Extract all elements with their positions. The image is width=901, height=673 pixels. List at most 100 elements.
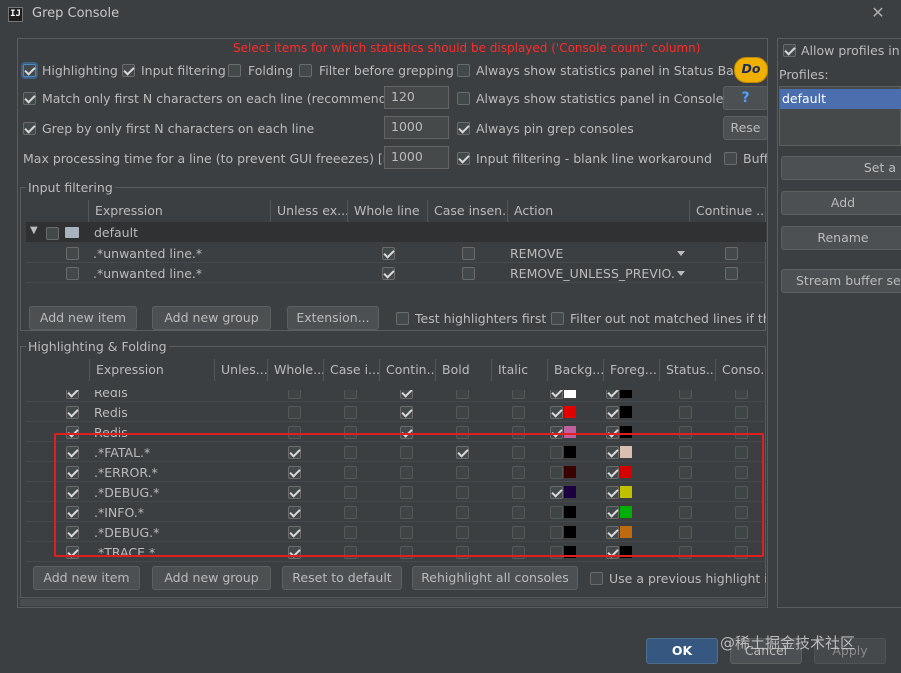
hl-col-unless[interactable]: Unles... bbox=[215, 359, 268, 381]
title-bar bbox=[0, 0, 901, 28]
filter-row-whole-line-checkbox[interactable] bbox=[382, 267, 395, 280]
always-pin-checkbox[interactable] bbox=[457, 122, 470, 135]
match-first-n-input[interactable]: 120 bbox=[384, 86, 449, 109]
filter-out-checkbox[interactable] bbox=[551, 312, 564, 325]
always-stats-status-bar-label: Always show statistics panel in Status B… bbox=[476, 63, 739, 78]
ok-button[interactable]: OK bbox=[646, 638, 718, 664]
highlight-row-bold-checkbox[interactable] bbox=[456, 406, 469, 419]
hl-col-foreground[interactable]: Foreg... bbox=[604, 359, 660, 381]
highlighting-checkbox[interactable] bbox=[23, 64, 36, 77]
hl-col-italic[interactable]: Italic bbox=[492, 359, 548, 381]
highlight-row-expression[interactable]: Redis bbox=[94, 405, 212, 420]
profile-item-default[interactable]: default bbox=[780, 89, 901, 109]
highlight-row-whole-checkbox[interactable] bbox=[288, 406, 301, 419]
hl-add-new-group-button[interactable]: Add new group bbox=[152, 566, 271, 590]
statistics-warning: Select items for which statistics should… bbox=[233, 41, 701, 55]
col-spacer bbox=[26, 200, 89, 222]
col-whole-line[interactable]: Whole line bbox=[348, 200, 428, 222]
close-icon[interactable]: ✕ bbox=[868, 3, 888, 23]
col-expression[interactable]: Expression bbox=[89, 200, 271, 222]
set-active-button[interactable]: Set a bbox=[781, 156, 901, 180]
hl-add-new-item-button[interactable]: Add new item bbox=[33, 566, 140, 590]
rename-profile-button[interactable]: Rename bbox=[781, 226, 901, 250]
filter-row-enabled-checkbox[interactable] bbox=[66, 247, 79, 260]
extension-button[interactable]: Extension... bbox=[287, 306, 379, 330]
stream-buffer-settings-button[interactable]: Stream buffer sett bbox=[781, 269, 901, 293]
hl-col-case[interactable]: Case i... bbox=[324, 359, 380, 381]
rehighlight-all-button[interactable]: Rehighlight all consoles bbox=[412, 566, 578, 590]
always-stats-console-label: Always show statistics panel in Console bbox=[476, 91, 724, 106]
col-unless[interactable]: Unless ex... bbox=[271, 200, 348, 222]
highlight-row-status-checkbox[interactable] bbox=[679, 406, 692, 419]
donate-button[interactable]: Do bbox=[734, 57, 768, 83]
chevron-down-icon[interactable] bbox=[677, 271, 685, 276]
reset-to-default-button[interactable]: Reset to default bbox=[282, 566, 402, 590]
filter-row-expression[interactable]: .*unwanted line.* bbox=[93, 266, 269, 281]
filter-row-case-checkbox[interactable] bbox=[462, 267, 475, 280]
highlight-row-background-checkbox[interactable] bbox=[550, 406, 563, 419]
hl-col-console[interactable]: Conso... bbox=[716, 359, 766, 381]
col-continue[interactable]: Continue ... bbox=[690, 200, 766, 222]
help-button[interactable]: ? bbox=[723, 86, 768, 110]
foreground-color-swatch[interactable] bbox=[620, 406, 632, 418]
if-add-new-group-button[interactable]: Add new group bbox=[152, 306, 271, 330]
buffer-label: Buff bbox=[743, 151, 767, 166]
filter-row-case-checkbox[interactable] bbox=[462, 247, 475, 260]
filter-row-expression[interactable]: .*unwanted line.* bbox=[93, 246, 269, 261]
grep-first-n-checkbox[interactable] bbox=[23, 122, 36, 135]
hl-col-continue[interactable]: Contin... bbox=[380, 359, 436, 381]
always-pin-label: Always pin grep consoles bbox=[476, 121, 634, 136]
hl-col-status[interactable]: Status... bbox=[660, 359, 716, 381]
col-action[interactable]: Action bbox=[508, 200, 690, 222]
folding-checkbox[interactable] bbox=[228, 64, 241, 77]
highlight-row-foreground-checkbox[interactable] bbox=[606, 406, 619, 419]
input-filtering-checkbox[interactable] bbox=[122, 64, 135, 77]
filter-out-label: Filter out not matched lines if the bbox=[570, 311, 766, 326]
match-first-n-label: Match only first N characters on each li… bbox=[42, 91, 408, 106]
filter-row-action-select[interactable]: REMOVE_UNLESS_PREVIO... bbox=[510, 266, 676, 281]
app-icon: IJ bbox=[8, 7, 23, 22]
highlight-row-italic-checkbox[interactable] bbox=[512, 406, 525, 419]
background-color-swatch[interactable] bbox=[564, 406, 576, 418]
input-filtering-title: Input filtering bbox=[26, 180, 115, 195]
if-add-new-item-button[interactable]: Add new item bbox=[29, 306, 137, 330]
highlight-row-enabled-checkbox[interactable] bbox=[66, 406, 79, 419]
filter-row-action-select[interactable]: REMOVE bbox=[510, 246, 676, 261]
filter-before-grepping-checkbox[interactable] bbox=[299, 64, 312, 77]
hl-col-bold[interactable]: Bold bbox=[436, 359, 492, 381]
filter-row-enabled-checkbox[interactable] bbox=[66, 267, 79, 280]
highlight-row-case-checkbox[interactable] bbox=[344, 406, 357, 419]
hl-col-spacer bbox=[26, 359, 90, 381]
chevron-down-icon[interactable] bbox=[677, 251, 685, 256]
always-stats-console-checkbox[interactable] bbox=[457, 92, 470, 105]
hl-col-whole[interactable]: Whole... bbox=[268, 359, 324, 381]
highlight-annotation-box bbox=[54, 433, 764, 557]
group-name: default bbox=[94, 225, 138, 240]
filter-row-continue-checkbox[interactable] bbox=[725, 267, 738, 280]
use-previous-highlight-checkbox[interactable] bbox=[590, 572, 603, 585]
max-processing-input[interactable]: 1000 bbox=[384, 146, 449, 169]
blank-line-workaround-checkbox[interactable] bbox=[457, 152, 470, 165]
add-profile-button[interactable]: Add bbox=[781, 191, 901, 215]
match-first-n-checkbox[interactable] bbox=[23, 92, 36, 105]
expand-arrow-icon[interactable]: ▼ bbox=[30, 225, 38, 236]
highlight-row-continue-checkbox[interactable] bbox=[400, 406, 413, 419]
hl-col-expression[interactable]: Expression bbox=[90, 359, 215, 381]
horizontal-scrollbar[interactable] bbox=[20, 599, 766, 606]
allow-profiles-label: Allow profiles in P bbox=[801, 43, 901, 58]
filter-row-continue-checkbox[interactable] bbox=[725, 247, 738, 260]
window-title: Grep Console bbox=[32, 6, 120, 21]
filter-before-grepping-label: Filter before grepping bbox=[319, 63, 454, 78]
watermark-text: @稀土掘金技术社区 bbox=[720, 634, 856, 652]
always-stats-status-bar-checkbox[interactable] bbox=[457, 64, 470, 77]
filter-row-whole-line-checkbox[interactable] bbox=[382, 247, 395, 260]
grep-first-n-input[interactable]: 1000 bbox=[384, 116, 449, 139]
group-checkbox[interactable] bbox=[46, 227, 59, 240]
buffer-checkbox[interactable] bbox=[724, 152, 737, 165]
highlight-row-console-checkbox[interactable] bbox=[735, 406, 748, 419]
allow-profiles-checkbox[interactable] bbox=[783, 44, 796, 57]
reset-button[interactable]: Rese bbox=[723, 116, 768, 140]
col-case-insensitive[interactable]: Case insen... bbox=[428, 200, 508, 222]
hl-col-background[interactable]: Backg... bbox=[548, 359, 604, 381]
test-highlighters-first-checkbox[interactable] bbox=[396, 312, 409, 325]
